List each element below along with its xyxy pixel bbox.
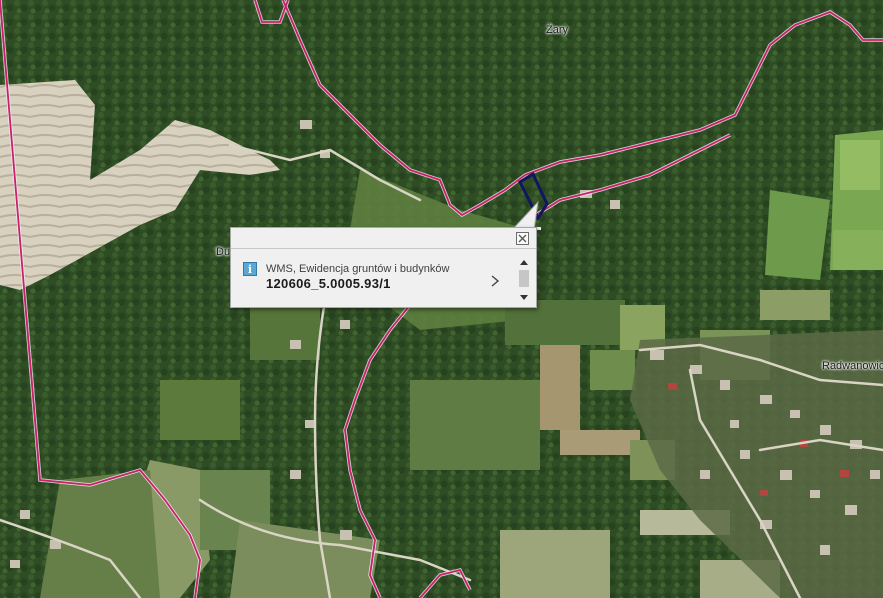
scroll-thumb[interactable] xyxy=(519,270,529,287)
parcel-id[interactable]: 120606_5.0005.93/1 xyxy=(266,276,391,291)
chevron-right-icon[interactable] xyxy=(489,274,501,288)
arrow-down-icon[interactable] xyxy=(518,293,530,302)
popup-scrollbar[interactable] xyxy=(518,258,530,302)
place-label-du: Du xyxy=(216,246,231,258)
close-button[interactable] xyxy=(516,232,529,245)
feature-info-popup: i WMS, Ewidencja gruntów i budynków 1206… xyxy=(230,227,537,308)
close-icon xyxy=(518,234,527,243)
popup-pointer xyxy=(511,200,541,230)
popup-header xyxy=(231,228,536,249)
arrow-up-icon[interactable] xyxy=(518,258,530,267)
info-icon: i xyxy=(243,262,257,276)
place-label-zary: Żary xyxy=(546,24,568,36)
popup-body: i WMS, Ewidencja gruntów i budynków 1206… xyxy=(231,249,536,306)
layer-name: WMS, Ewidencja gruntów i budynków xyxy=(266,263,450,275)
place-label-radwanowice: Radwanowic xyxy=(822,360,883,372)
